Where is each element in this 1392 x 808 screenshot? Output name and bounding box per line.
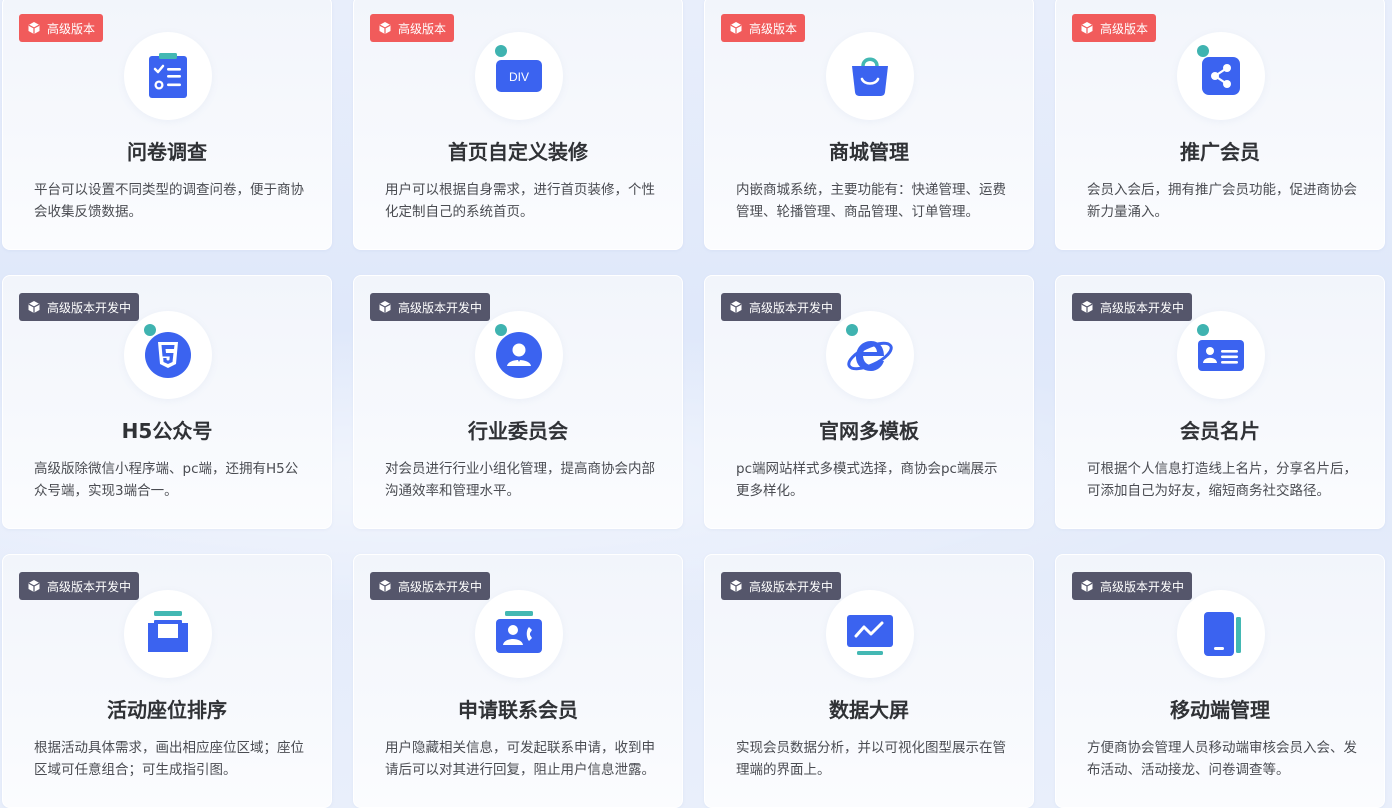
feature-card-homepage-customization[interactable]: 高级版本 DIV 首页自定义装修 用户可以根据自身需求，进行首页装修，个性化定制…: [353, 0, 683, 250]
badge-label: 高级版本开发中: [398, 579, 483, 594]
icon-circle: [1177, 311, 1265, 399]
badge-label: 高级版本开发中: [398, 300, 483, 315]
badge-label: 高级版本: [398, 21, 447, 36]
in-development-badge: 高级版本开发中: [1072, 293, 1193, 321]
mobile-phone-icon: [1204, 612, 1241, 656]
card-description: 实现会员数据分析，并以可视化图型展示在管理端的界面上。: [736, 740, 1006, 778]
feature-card-referral-members[interactable]: 高级版本 推广会员 会员入会后，拥有推广会员功能，促进商协会新力量涌入。: [1055, 0, 1385, 250]
card-title: 申请联系会员: [458, 698, 578, 722]
icon-circle: [475, 590, 563, 678]
premium-badge: 高级版本: [1072, 14, 1157, 42]
card-title: 官网多模板: [819, 419, 919, 443]
premium-badge: 高级版本: [721, 14, 806, 42]
card-description: 用户可以根据自身需求，进行首页装修，个性化定制自己的系统首页。: [385, 182, 655, 220]
feature-card-data-dashboard[interactable]: 高级版本开发中 数据大屏 实现会员数据分析，并以可视化图型展示在管理端的界面上。: [704, 554, 1034, 808]
in-development-badge: 高级版本开发中: [721, 293, 842, 321]
feature-card-event-seating[interactable]: 高级版本开发中 活动座位排序 根据活动具体需求，画出相应座位区域；座位区域可任意…: [2, 554, 332, 808]
icon-circle: [124, 590, 212, 678]
card-title: H5公众号: [121, 419, 213, 443]
card-title: 行业委员会: [468, 419, 568, 443]
card-description: 平台可以设置不同类型的调查问卷，便于商协会收集反馈数据。: [34, 182, 304, 220]
browser-e-icon: [847, 341, 893, 371]
monitor-chart-icon: [847, 615, 893, 655]
cube-icon: [730, 301, 742, 313]
card-description: 对会员进行行业小组化管理，提高商协会内部沟通效率和管理水平。: [385, 461, 655, 499]
badge-label: 高级版本: [47, 21, 96, 36]
feature-card-h5-official-account[interactable]: 高级版本开发中 H5公众号 高级版除微信小程序端、pc端，还拥有H5公众号端，实…: [2, 275, 332, 529]
clipboard-checklist-icon: [149, 53, 187, 98]
id-card-icon: [1198, 340, 1244, 371]
badge-label: 高级版本开发中: [47, 579, 132, 594]
cube-icon: [1081, 22, 1093, 34]
cube-icon: [1081, 580, 1093, 592]
badge-label: 高级版本: [749, 21, 798, 36]
card-description: 高级版除微信小程序端、pc端，还拥有H5公众号端，实现3端合一。: [34, 461, 299, 499]
badge-label: 高级版本开发中: [749, 300, 834, 315]
card-description: 可根据个人信息打造线上名片，分享名片后，可添加自己为好友，缩短商务社交路径。: [1087, 461, 1357, 499]
card-description: pc端网站样式多模式选择，商协会pc端展示更多样化。: [736, 461, 998, 499]
feature-card-industry-committee[interactable]: 高级版本开发中 行业委员会 对会员进行行业小组化管理，提高商协会内部沟通效率和管…: [353, 275, 683, 529]
cube-icon: [1081, 301, 1093, 313]
card-title: 活动座位排序: [107, 698, 227, 722]
card-description: 用户隐藏相关信息，可发起联系申请，收到申请后可以对其进行回复，阻止用户信息泄露。: [385, 740, 655, 778]
feature-grid: 高级版本 问卷调查 平台可以设置不同类型的调查问卷，便于商协会收集反馈数据。 高…: [2, 0, 1385, 808]
feature-card-mall-management[interactable]: 高级版本 商城管理 内嵌商城系统，主要功能有：快递管理、运费管理、轮播管理、商品…: [704, 0, 1034, 250]
cube-icon: [379, 580, 391, 592]
card-title: 移动端管理: [1170, 698, 1270, 722]
card-title: 数据大屏: [829, 698, 909, 722]
card-description: 内嵌商城系统，主要功能有：快递管理、运费管理、轮播管理、商品管理、订单管理。: [736, 182, 1006, 220]
icon-circle: [124, 311, 212, 399]
cube-icon: [28, 22, 40, 34]
feature-card-contact-request[interactable]: 高级版本开发中 申请联系会员 用户隐藏相关信息，可发起联系申请，收到申请后可以对…: [353, 554, 683, 808]
icon-circle: [1177, 590, 1265, 678]
cube-icon: [730, 580, 742, 592]
card-title: 首页自定义装修: [448, 140, 588, 164]
share-icon: [1202, 57, 1240, 95]
feature-card-website-templates[interactable]: 高级版本开发中 官网多模板 pc端网站样式多模式选择，商协会pc端展示更多样化。: [704, 275, 1034, 529]
badge-label: 高级版本开发中: [1100, 300, 1185, 315]
icon-circle: [475, 311, 563, 399]
html5-icon: [145, 332, 191, 378]
in-development-badge: 高级版本开发中: [19, 572, 140, 600]
card-description: 根据活动具体需求，画出相应座位区域；座位区域可任意组合；可生成指引图。: [34, 740, 304, 778]
cube-icon: [730, 22, 742, 34]
in-development-badge: 高级版本开发中: [721, 572, 842, 600]
icon-circle: DIV: [475, 32, 563, 120]
feature-card-mobile-management[interactable]: 高级版本开发中 移动端管理 方便商协会管理人员移动端审核会员入会、发布活动、活动…: [1055, 554, 1385, 808]
icon-circle: [826, 311, 914, 399]
feature-card-survey[interactable]: 高级版本 问卷调查 平台可以设置不同类型的调查问卷，便于商协会收集反馈数据。: [2, 0, 332, 250]
cube-icon: [379, 301, 391, 313]
card-title: 会员名片: [1180, 419, 1260, 443]
cube-icon: [28, 580, 40, 592]
badge-label: 高级版本: [1100, 21, 1149, 36]
in-development-badge: 高级版本开发中: [370, 293, 491, 321]
in-development-badge: 高级版本开发中: [370, 572, 491, 600]
badge-label: 高级版本开发中: [47, 300, 132, 315]
cube-icon: [28, 301, 40, 313]
icon-circle: [826, 32, 914, 120]
sofa-seat-icon: [148, 611, 188, 652]
card-title: 商城管理: [829, 140, 909, 164]
in-development-badge: 高级版本开发中: [19, 293, 140, 321]
icon-circle: [1177, 32, 1265, 120]
card-description: 方便商协会管理人员移动端审核会员入会、发布活动、活动接龙、问卷调查等。: [1087, 740, 1357, 778]
badge-label: 高级版本开发中: [1100, 579, 1185, 594]
div-block-icon: DIV: [496, 60, 542, 92]
contact-card-icon: [496, 611, 542, 653]
div-icon-text: DIV: [509, 70, 529, 84]
in-development-badge: 高级版本开发中: [1072, 572, 1193, 600]
feature-card-business-card[interactable]: 高级版本开发中 会员名片 可根据个人信息打造线上名片，分享名片后，可添加自己为好…: [1055, 275, 1385, 529]
premium-badge: 高级版本: [370, 14, 455, 42]
shopping-bag-icon: [852, 57, 888, 96]
icon-circle: [124, 32, 212, 120]
user-avatar-icon: [496, 332, 542, 378]
card-title: 问卷调查: [127, 140, 207, 164]
cube-icon: [379, 22, 391, 34]
card-title: 推广会员: [1180, 140, 1260, 164]
badge-label: 高级版本开发中: [749, 579, 834, 594]
card-description: 会员入会后，拥有推广会员功能，促进商协会新力量涌入。: [1087, 182, 1357, 220]
premium-badge: 高级版本: [19, 14, 104, 42]
icon-circle: [826, 590, 914, 678]
